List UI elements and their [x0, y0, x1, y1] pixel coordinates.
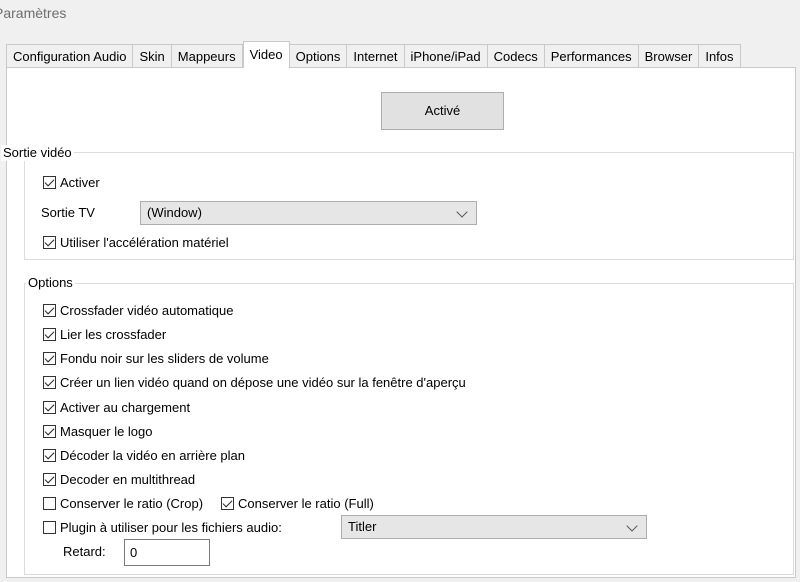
- ratio-full-checkbox-row[interactable]: Conserver le ratio (Full): [221, 494, 374, 512]
- option-label: Décoder la vidéo en arrière plan: [60, 447, 245, 463]
- activate-button[interactable]: Activé: [381, 92, 504, 130]
- tab-configuration-audio[interactable]: Configuration Audio: [6, 44, 134, 68]
- option-row[interactable]: Crossfader vidéo automatique: [43, 301, 233, 319]
- options-legend: Options: [26, 275, 75, 291]
- option-checkbox[interactable]: [43, 303, 56, 317]
- tv-output-select[interactable]: (Window): [140, 201, 477, 225]
- ratio-full-checkbox[interactable]: [221, 496, 234, 510]
- option-checkbox[interactable]: [43, 351, 56, 365]
- option-checkbox[interactable]: [43, 400, 56, 414]
- enable-video-checkbox-row[interactable]: Activer: [43, 173, 100, 191]
- option-row[interactable]: Decoder en multithread: [43, 470, 195, 488]
- chevron-down-icon: [626, 520, 638, 532]
- hw-accel-checkbox[interactable]: [43, 235, 56, 249]
- option-checkbox[interactable]: [43, 424, 56, 438]
- video-output-legend: Sortie vidéo: [1, 145, 74, 161]
- option-checkbox[interactable]: [43, 472, 56, 486]
- audio-plugin-value: Titler: [348, 519, 377, 534]
- video-tab-panel: Activé Sortie vidéo Activer Sortie TV (W…: [1, 67, 796, 578]
- audio-plugin-label: Plugin à utiliser pour les fichiers audi…: [60, 519, 282, 535]
- option-label: Lier les crossfader: [60, 326, 167, 342]
- option-checkbox[interactable]: [43, 375, 56, 389]
- tab-skin[interactable]: Skin: [133, 44, 172, 68]
- tv-output-label: Sortie TV: [41, 205, 95, 220]
- tab-internet[interactable]: Internet: [347, 44, 405, 68]
- tab-mappeurs[interactable]: Mappeurs: [171, 44, 243, 68]
- window-title: Paramètres: [0, 5, 67, 21]
- tab-bar: Configuration Audio Skin Mappeurs Video …: [6, 41, 741, 68]
- option-row[interactable]: Activer au chargement: [43, 398, 190, 416]
- tab-codecs[interactable]: Codecs: [487, 44, 545, 68]
- option-checkbox[interactable]: [43, 448, 56, 462]
- option-label: Activer au chargement: [60, 399, 191, 415]
- enable-video-label: Activer: [60, 174, 100, 190]
- audio-plugin-select[interactable]: Titler: [341, 515, 647, 539]
- tab-iphone-ipad[interactable]: iPhone/iPad: [404, 44, 488, 68]
- ratio-crop-checkbox-row[interactable]: Conserver le ratio (Crop): [43, 494, 203, 512]
- hw-accel-checkbox-row[interactable]: Utiliser l'accélération matériel: [43, 233, 229, 251]
- tv-output-value: (Window): [147, 205, 202, 220]
- option-label: Crossfader vidéo automatique: [60, 302, 234, 318]
- hw-accel-label: Utiliser l'accélération matériel: [60, 234, 229, 250]
- tab-video[interactable]: Video: [242, 41, 290, 68]
- ratio-crop-checkbox[interactable]: [43, 496, 56, 510]
- tab-options[interactable]: Options: [289, 44, 348, 68]
- audio-plugin-checkbox-row[interactable]: Plugin à utiliser pour les fichiers audi…: [43, 518, 282, 536]
- option-checkbox[interactable]: [43, 327, 56, 341]
- option-label: Fondu noir sur les sliders de volume: [60, 350, 269, 366]
- audio-plugin-checkbox[interactable]: [43, 520, 56, 534]
- ratio-full-label: Conserver le ratio (Full): [238, 495, 374, 511]
- option-row[interactable]: Créer un lien vidéo quand on dépose une …: [43, 373, 466, 391]
- option-label: Créer un lien vidéo quand on dépose une …: [60, 374, 466, 390]
- tab-browser[interactable]: Browser: [638, 44, 700, 68]
- option-row[interactable]: Fondu noir sur les sliders de volume: [43, 349, 269, 367]
- tab-infos[interactable]: Infos: [699, 44, 741, 68]
- delay-input[interactable]: 0: [124, 539, 210, 566]
- chevron-down-icon: [456, 206, 468, 218]
- option-label: Decoder en multithread: [60, 471, 196, 487]
- option-label: Masquer le logo: [60, 423, 153, 439]
- ratio-crop-label: Conserver le ratio (Crop): [60, 495, 204, 511]
- option-row[interactable]: Masquer le logo: [43, 422, 153, 440]
- option-row[interactable]: Décoder la vidéo en arrière plan: [43, 446, 245, 464]
- tab-performances[interactable]: Performances: [544, 44, 639, 68]
- enable-video-checkbox[interactable]: [43, 175, 56, 189]
- option-row[interactable]: Lier les crossfader: [43, 325, 166, 343]
- delay-label: Retard:: [63, 544, 106, 559]
